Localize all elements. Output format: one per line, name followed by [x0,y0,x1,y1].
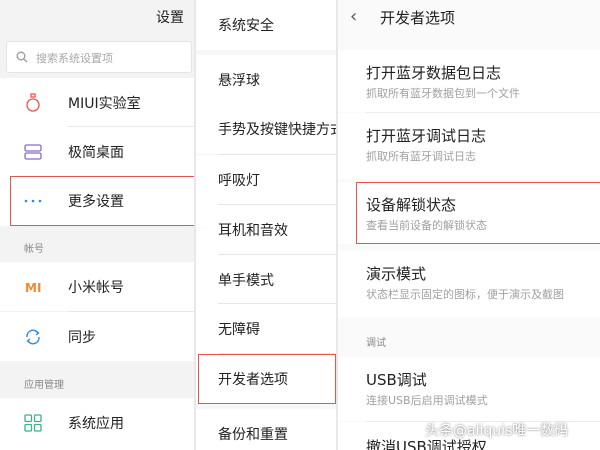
option-bluetooth-hci-log[interactable]: 打开蓝牙数据包日志 抓取所有蓝牙数据包到一个文件 [338,50,600,112]
settings-item-miui-lab[interactable]: MIUI实验室 [0,78,194,127]
list-item-label: 耳机和音效 [218,223,288,239]
option-description: 状态栏显示固定的图标，便于演示及截图 [366,288,564,301]
layers-icon [24,144,42,160]
settings-item-label: 系统应用 [68,416,124,432]
search-icon [16,51,28,63]
settings-header: 设置 [0,0,194,34]
developer-options-panel: ‹ 开发者选项 打开蓝牙数据包日志 抓取所有蓝牙数据包到一个文件 打开蓝牙调试日… [338,0,600,450]
highlight-box [356,182,600,244]
highlight-box [198,354,336,404]
settings-item-system-apps[interactable]: 系统应用 [0,398,194,450]
list-item-breathing-light[interactable]: 呼吸灯 [196,155,336,205]
option-description: 抓取所有蓝牙调试日志 [366,150,476,163]
settings-panel: 设置 搜索系统设置项 MIUI实验室 极简桌面 更多设置 帐号 MI 小米帐号 … [0,0,194,450]
option-label: 打开蓝牙调试日志 [366,127,487,145]
list-item-floating-ball[interactable]: 悬浮球 [196,55,336,105]
settings-item-label: 极简桌面 [68,145,124,161]
list-item-accessibility[interactable]: 无障碍 [196,304,336,354]
option-description: 抓取所有蓝牙数据包到一个文件 [366,87,520,100]
settings-item-simple-home[interactable]: 极简桌面 [0,127,194,176]
list-item-label: 手势及按键快捷方式 [218,122,336,138]
watermark-text: 头条@aliquis唯一数码 [425,423,569,439]
list-item-system-security[interactable]: 系统安全 [196,0,336,50]
more-settings-panel: 系统安全 悬浮球 手势及按键快捷方式 呼吸灯 耳机和音效 单手模式 无障碍 开发… [196,0,336,450]
sync-icon [26,329,40,345]
option-usb-debugging[interactable]: USB调试 连接USB后启用调试模式 [338,357,600,421]
section-header-account: 帐号 [24,244,44,255]
list-item-headphones-audio[interactable]: 耳机和音效 [196,205,336,255]
page-title: 设置 [156,10,184,26]
svg-text:MI: MI [25,281,41,295]
option-bluetooth-debug-log[interactable]: 打开蓝牙调试日志 抓取所有蓝牙调试日志 [338,113,600,179]
grid-icon [24,414,42,432]
search-input[interactable]: 搜索系统设置项 [6,41,192,73]
settings-item-label: 小米帐号 [68,280,124,296]
list-item-label: 单手模式 [218,273,274,289]
option-label: 打开蓝牙数据包日志 [366,64,502,82]
list-item-label: 系统安全 [218,18,274,34]
option-description: 连接USB后启用调试模式 [366,394,488,407]
search-placeholder: 搜索系统设置项 [36,52,113,65]
settings-item-mi-account[interactable]: MI 小米帐号 [0,262,194,311]
list-item-label: 备份和重置 [218,427,288,443]
mi-logo-icon: MI [25,281,41,295]
list-item-label: 无障碍 [218,322,260,338]
settings-item-label: MIUI实验室 [68,96,141,112]
back-arrow-icon[interactable]: ‹ [350,6,357,27]
option-demo-mode[interactable]: 演示模式 状态栏显示固定的图标，便于演示及截图 [338,251,600,317]
option-label: 演示模式 [366,265,427,283]
developer-options-header: ‹ 开发者选项 [338,0,600,36]
highlight-box [10,176,194,226]
section-header-debug: 调试 [366,338,386,349]
section-header-apps: 应用管理 [24,380,64,391]
list-item-one-hand-mode[interactable]: 单手模式 [196,255,336,305]
list-item-label: 悬浮球 [218,73,260,89]
flask-icon [26,93,40,112]
list-item-label: 呼吸灯 [218,173,260,189]
list-item-backup-reset[interactable]: 备份和重置 [196,409,336,450]
list-item-gestures[interactable]: 手势及按键快捷方式 [196,104,336,154]
option-label: USB调试 [366,371,427,389]
page-title: 开发者选项 [380,9,456,27]
settings-item-sync[interactable]: 同步 [0,312,194,361]
settings-item-label: 同步 [68,330,96,346]
